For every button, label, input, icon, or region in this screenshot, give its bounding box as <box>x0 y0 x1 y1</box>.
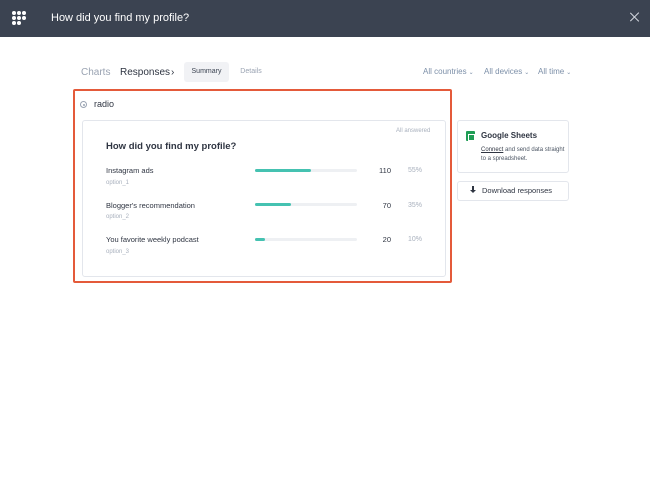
tab-summary[interactable]: Summary <box>184 62 229 82</box>
option-label: You favorite weekly podcast <box>106 235 199 244</box>
google-sheets-title: Google Sheets <box>481 131 538 140</box>
top-bar: How did you find my profile? <box>0 0 650 37</box>
option-count: 20 <box>382 235 391 244</box>
option-label: Instagram ads <box>106 166 154 175</box>
filter-time[interactable]: All time ⌄ <box>538 67 571 78</box>
option-bar-track <box>255 203 357 206</box>
option-label: Blogger's recommendation <box>106 201 195 210</box>
option-count: 70 <box>382 201 391 210</box>
option-bar-track <box>255 169 357 172</box>
breadcrumb-responses: Responses <box>120 67 171 78</box>
filter-devices-label: All devices <box>484 67 523 76</box>
option-percent: 55% <box>407 167 422 174</box>
google-sheets-description: Connect and send data straight to a spre… <box>481 146 565 164</box>
filter-countries[interactable]: All countries ⌄ <box>423 67 474 78</box>
option-percent: 35% <box>407 202 422 209</box>
download-responses-label: Download responses <box>482 186 553 195</box>
option-bar-track <box>255 238 357 241</box>
chevron-down-icon: ⌄ <box>566 70 572 76</box>
option-bar-fill <box>255 238 266 241</box>
option-key: option_2 <box>106 214 130 220</box>
answer-status: All answered <box>396 128 431 134</box>
download-icon <box>470 186 476 194</box>
google-sheets-icon <box>466 131 475 141</box>
close-icon[interactable] <box>628 10 642 24</box>
option-bar-fill <box>255 169 312 172</box>
dots-grid-logo-icon <box>12 11 26 25</box>
filter-time-label: All time <box>538 67 565 76</box>
connect-link[interactable]: Connect <box>481 147 503 153</box>
chevron-right-icon: › <box>171 67 175 78</box>
filter-devices[interactable]: All devices ⌄ <box>484 67 529 78</box>
page-title: How did you find my profile? <box>51 12 190 24</box>
option-bar-fill <box>255 203 291 206</box>
option-percent: 10% <box>407 236 422 243</box>
option-count: 110 <box>379 166 391 175</box>
option-key: option_1 <box>106 180 130 186</box>
chevron-down-icon: ⌄ <box>468 70 474 76</box>
chevron-down-icon: ⌄ <box>524 70 530 76</box>
breadcrumb-charts[interactable]: Charts <box>81 66 110 79</box>
radio-type-icon <box>80 101 87 108</box>
tab-details[interactable]: Details <box>233 62 269 82</box>
option-key: option_3 <box>106 249 130 255</box>
filter-countries-label: All countries <box>423 67 467 76</box>
question-title: How did you find my profile? <box>106 141 237 152</box>
question-type-label: radio <box>94 99 115 109</box>
